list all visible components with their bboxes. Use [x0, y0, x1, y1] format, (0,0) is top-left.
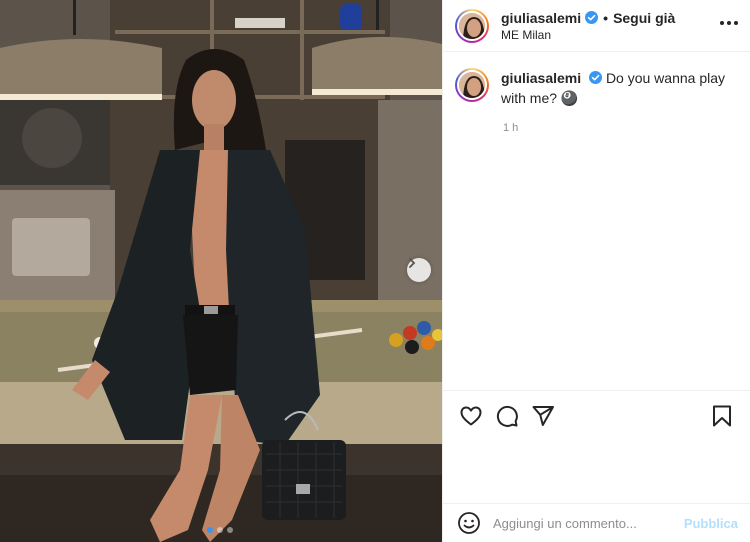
more-dot-icon — [720, 21, 724, 25]
publish-button[interactable]: Pubblica — [684, 516, 738, 531]
caption-comment: giuliasalemi Do you wanna play with me? … — [443, 52, 750, 108]
paper-plane-icon — [532, 405, 554, 426]
heart-icon — [460, 406, 482, 425]
post-side-panel: giuliasalemi • Segui già ME Milan giulia… — [442, 0, 750, 542]
save-button[interactable] — [706, 400, 738, 432]
carousel-dot — [227, 527, 233, 533]
emoji-button[interactable] — [455, 509, 483, 537]
bookmark-icon — [713, 405, 731, 426]
avatar-photo — [457, 70, 487, 100]
post-image — [0, 0, 442, 542]
location-link[interactable]: ME Milan — [501, 28, 675, 42]
more-dot-icon — [727, 21, 731, 25]
comment-button[interactable] — [491, 400, 523, 432]
more-options-button[interactable] — [720, 17, 738, 29]
comment-icon — [496, 405, 518, 427]
add-comment-bar: Pubblica — [443, 503, 750, 542]
post-timestamp[interactable]: 1 h — [503, 122, 750, 134]
action-bar — [443, 390, 750, 440]
follow-button[interactable]: Segui già — [613, 10, 675, 26]
post-header: giuliasalemi • Segui già ME Milan — [443, 0, 750, 52]
carousel-dot — [217, 527, 223, 533]
avatar-photo — [457, 10, 487, 41]
avatar[interactable] — [455, 8, 489, 43]
verified-badge-icon — [585, 11, 599, 24]
carousel-next-button[interactable] — [407, 258, 431, 282]
comment-input[interactable] — [493, 515, 673, 531]
username-link[interactable]: giuliasalemi — [501, 10, 581, 26]
like-button[interactable] — [455, 400, 487, 432]
caption-username[interactable]: giuliasalemi — [501, 70, 581, 86]
carousel-dot-active — [207, 527, 213, 533]
chevron-right-icon — [409, 258, 416, 268]
caption-avatar[interactable] — [455, 68, 489, 102]
carousel-indicator — [207, 527, 233, 533]
separator-dot: • — [603, 9, 609, 26]
share-button[interactable] — [527, 400, 559, 432]
verified-badge-icon — [589, 71, 603, 84]
post-photo[interactable] — [0, 0, 442, 542]
billiard-ball-emoji: 🎱 — [560, 90, 579, 106]
smiley-icon — [458, 512, 480, 534]
more-dot-icon — [734, 21, 738, 25]
